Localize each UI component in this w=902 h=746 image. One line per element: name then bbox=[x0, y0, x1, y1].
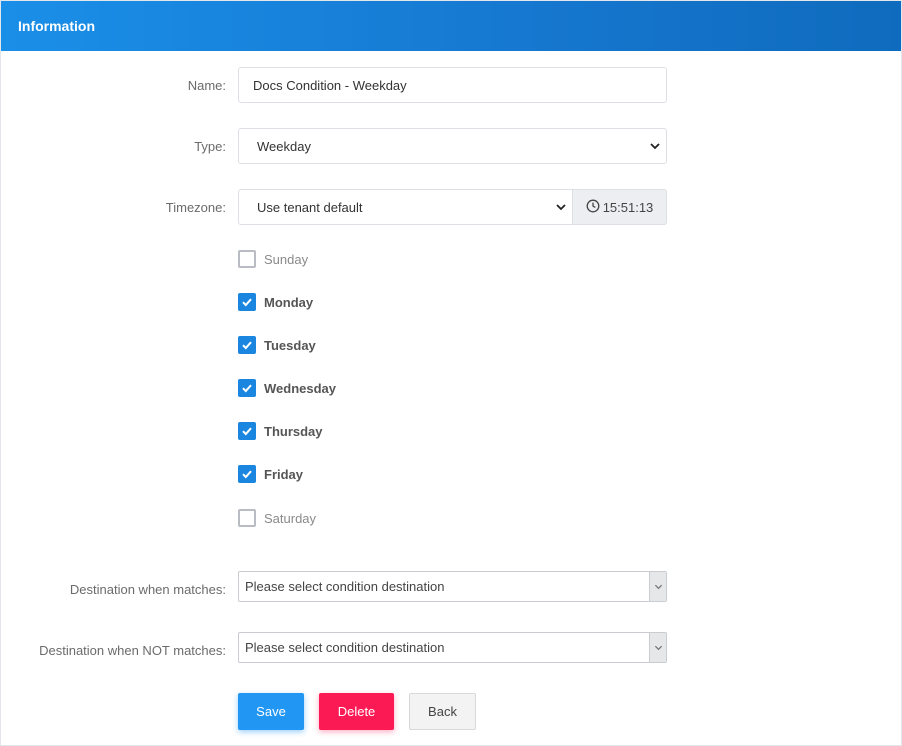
day-label: Wednesday bbox=[264, 380, 337, 396]
information-panel: Information Name: Docs Condition - Weekd… bbox=[0, 0, 902, 746]
day-thursday[interactable]: Thursday bbox=[238, 422, 323, 440]
timezone-select[interactable]: Use tenant default bbox=[238, 189, 573, 225]
clock-icon bbox=[586, 199, 600, 216]
back-button[interactable]: Back bbox=[409, 693, 476, 730]
check-icon bbox=[242, 427, 252, 436]
name-input[interactable]: Docs Condition - Weekday bbox=[238, 67, 667, 103]
dest-not-match-placeholder: Please select condition destination bbox=[245, 640, 445, 655]
day-label: Monday bbox=[264, 294, 314, 310]
save-button[interactable]: Save bbox=[238, 693, 304, 730]
check-icon bbox=[242, 384, 252, 393]
check-icon bbox=[242, 470, 252, 479]
dest-not-match-label: Destination when NOT matches: bbox=[39, 643, 226, 658]
check-icon bbox=[242, 341, 252, 350]
chevron-down-icon[interactable] bbox=[649, 572, 666, 601]
day-label: Tuesday bbox=[264, 337, 316, 353]
name-input-value: Docs Condition - Weekday bbox=[253, 77, 407, 93]
timezone-label: Timezone: bbox=[165, 200, 226, 215]
day-tuesday[interactable]: Tuesday bbox=[238, 336, 316, 354]
day-label: Thursday bbox=[264, 423, 323, 439]
day-label: Sunday bbox=[264, 251, 309, 267]
day-friday[interactable]: Friday bbox=[238, 465, 303, 483]
dest-match-label: Destination when matches: bbox=[69, 582, 226, 597]
checkbox-tuesday[interactable] bbox=[238, 336, 256, 354]
type-select[interactable]: Weekday bbox=[238, 128, 667, 164]
name-label: Name: bbox=[187, 78, 226, 93]
dest-match-select[interactable]: Please select condition destination bbox=[238, 571, 667, 602]
day-label: Saturday bbox=[264, 510, 317, 526]
day-label: Friday bbox=[264, 466, 304, 482]
type-select-value: Weekday bbox=[257, 138, 311, 154]
dest-match-placeholder: Please select condition destination bbox=[245, 579, 445, 594]
dest-not-match-select[interactable]: Please select condition destination bbox=[238, 632, 667, 663]
day-sunday[interactable]: Sunday bbox=[238, 250, 308, 268]
checkbox-monday[interactable] bbox=[238, 293, 256, 311]
chevron-down-icon bbox=[556, 202, 566, 212]
check-icon bbox=[242, 298, 252, 307]
timezone-clock: 15:51:13 bbox=[572, 189, 667, 225]
delete-button[interactable]: Delete bbox=[319, 693, 394, 730]
day-saturday[interactable]: Saturday bbox=[238, 509, 316, 527]
day-monday[interactable]: Monday bbox=[238, 293, 313, 311]
checkbox-wednesday[interactable] bbox=[238, 379, 256, 397]
day-wednesday[interactable]: Wednesday bbox=[238, 379, 336, 397]
checkbox-thursday[interactable] bbox=[238, 422, 256, 440]
clock-time: 15:51:13 bbox=[602, 199, 654, 215]
checkbox-sunday[interactable] bbox=[238, 250, 256, 268]
panel-title: Information bbox=[1, 1, 901, 51]
chevron-down-icon bbox=[650, 141, 660, 151]
timezone-select-value: Use tenant default bbox=[257, 199, 363, 215]
chevron-down-icon[interactable] bbox=[649, 633, 666, 662]
checkbox-friday[interactable] bbox=[238, 465, 256, 483]
type-label: Type: bbox=[194, 139, 226, 154]
checkbox-saturday[interactable] bbox=[238, 509, 256, 527]
